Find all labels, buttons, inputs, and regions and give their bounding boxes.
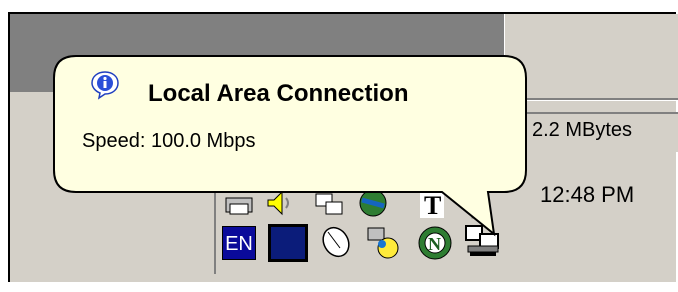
balloon-tooltip[interactable]: Local Area Connection Speed: 100.0 Mbps <box>53 55 527 237</box>
balloon-title: Local Area Connection <box>148 80 409 107</box>
taskbar-clock[interactable]: 12:48 PM <box>540 182 634 208</box>
status-transfer-text: 2.2 MBytes <box>532 119 633 141</box>
language-indicator: EN <box>225 233 253 255</box>
info-icon <box>90 70 120 100</box>
clock-text: 12:48 PM <box>540 182 635 207</box>
right-panel <box>504 14 678 100</box>
balloon-text: Speed: 100.0 Mbps <box>82 130 256 152</box>
separator <box>504 98 678 101</box>
svg-text:N: N <box>428 234 441 254</box>
status-transfer-field: 2.2 MBytes <box>522 112 678 152</box>
screen: 2.2 MBytes T EN N 12:48 PM Local Area Co… <box>0 0 678 292</box>
